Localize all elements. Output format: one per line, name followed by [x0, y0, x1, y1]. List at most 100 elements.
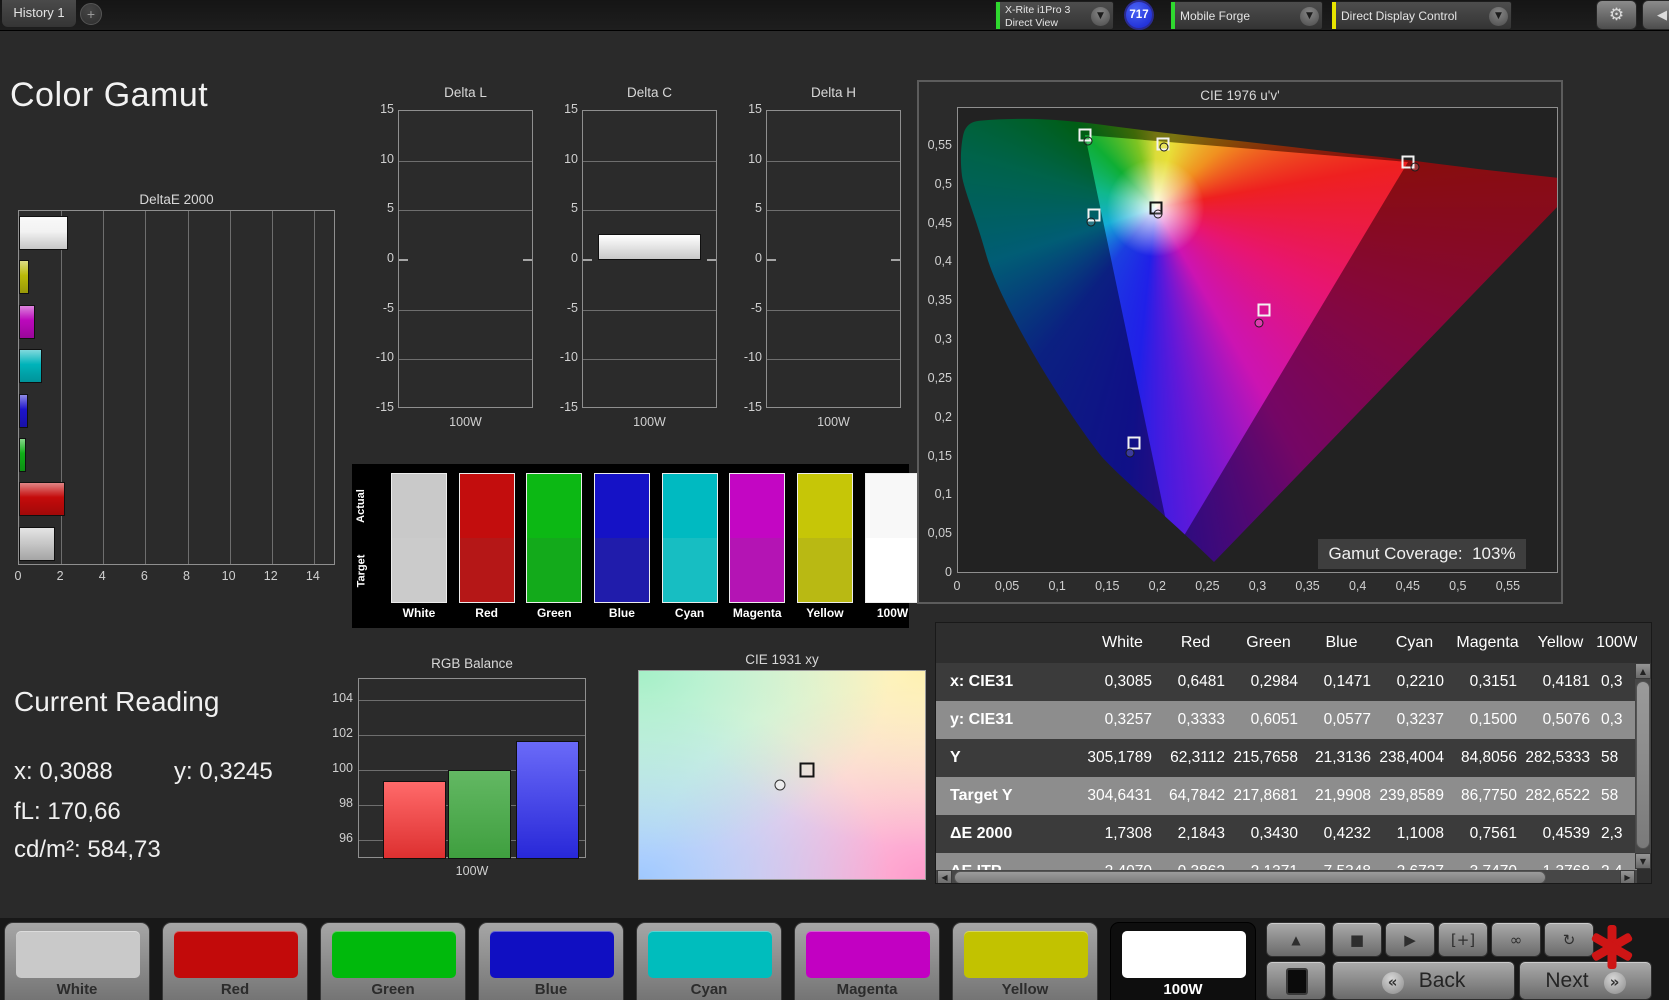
- delta-y-tick: -15: [559, 400, 578, 414]
- patch-label: Cyan: [690, 981, 728, 998]
- delta-y-tick: 15: [564, 102, 578, 116]
- cell: 58: [1601, 787, 1619, 804]
- cell: 0,3: [1601, 711, 1623, 728]
- actual-row-label: Actual: [355, 488, 367, 523]
- measurement-table: White Red Green Blue Cyan Magenta Yellow 100W x:…: [935, 622, 1652, 884]
- delta-y-tick: -15: [375, 400, 394, 414]
- transport-stop-button[interactable]: ■: [1332, 922, 1382, 957]
- cie1976-y-tick: 0,5: [934, 176, 952, 191]
- delta-y-tick: 15: [380, 102, 394, 116]
- patch-button-blue[interactable]: Blue: [478, 922, 624, 1000]
- patch-button-100w[interactable]: 100W: [1110, 922, 1256, 1000]
- column-header-green: Green: [1246, 634, 1291, 651]
- deltae2000-chart: DeltaE 2000 0 2 4 6 8 10 12 14: [15, 192, 335, 592]
- delta-gridline: [583, 160, 716, 162]
- patch-button-white[interactable]: White: [4, 922, 150, 1000]
- back-button[interactable]: « Back: [1332, 961, 1515, 1000]
- deltae-bar-yellow: [19, 260, 29, 295]
- up-arrow-icon: ▲: [1291, 933, 1301, 947]
- delta-y-tick: -10: [559, 350, 578, 365]
- chevron-down-icon[interactable]: ▼: [1300, 7, 1319, 26]
- swatch-label: Green: [536, 606, 572, 620]
- swatch-actual: [392, 474, 446, 538]
- scroll-up-icon[interactable]: ▲: [1635, 663, 1651, 679]
- deltae-bar-blue: [19, 393, 28, 428]
- chevron-down-icon[interactable]: ▼: [1091, 7, 1110, 26]
- patch-swatch: [964, 931, 1088, 978]
- patch-swatch: [16, 931, 140, 978]
- transport-continuous-button[interactable]: ∞: [1491, 922, 1541, 957]
- cell: 0,4539: [1542, 825, 1590, 842]
- swatch-label: 100W: [876, 606, 909, 620]
- deltae2000-gridline: [229, 211, 231, 564]
- transport-play-button[interactable]: ▶: [1385, 922, 1435, 957]
- table-row: y: CIE31 0,3257 0,3333 0,6051 0,0577 0,3237 0,…: [936, 701, 1637, 739]
- scroll-left-icon[interactable]: ◀: [937, 870, 952, 883]
- rgb-balance-title: RGB Balance: [431, 656, 513, 671]
- cie1976-y-tick: 0,3: [934, 332, 952, 346]
- reading-x: x: 0,3088: [14, 758, 113, 785]
- pattern-up-button[interactable]: ▲: [1266, 922, 1326, 957]
- patch-button-red[interactable]: Red: [162, 922, 308, 1000]
- cie1976-panel: CIE 1976 u'v' 0,55 0,5 0,45 0,4 0,35 0,3 0,25 0…: [917, 80, 1563, 604]
- cell: 1,1008: [1396, 825, 1444, 842]
- cie1976-x-tick: 0,2: [1148, 579, 1167, 593]
- v-scroll-thumb[interactable]: [1636, 681, 1650, 849]
- delta-y-tick: 15: [748, 102, 762, 116]
- column-header-magenta: Magenta: [1456, 634, 1519, 651]
- swatch-magenta: [729, 473, 786, 603]
- cell: 0,3430: [1250, 825, 1298, 842]
- settings-button[interactable]: ⚙: [1596, 0, 1637, 30]
- scroll-down-icon[interactable]: ▼: [1635, 853, 1651, 869]
- transport-refresh-button[interactable]: ↻: [1544, 922, 1594, 957]
- swatch-label: Yellow: [806, 606, 844, 620]
- table-row: Target Y 304,6431 64,7842 217,8681 21,9908 23…: [936, 777, 1637, 815]
- cie1976-y-tick: 0,15: [927, 448, 952, 463]
- cell: 2,1843: [1177, 825, 1225, 842]
- chevron-down-icon[interactable]: ▼: [1489, 7, 1508, 26]
- row-label: Y: [950, 749, 961, 766]
- deltae2000-gridline: [145, 211, 147, 564]
- add-tab-button[interactable]: +: [80, 3, 102, 25]
- cie1931-target-marker: [799, 762, 815, 778]
- swatch-target: [392, 538, 446, 602]
- patch-button-green[interactable]: Green: [320, 922, 466, 1000]
- delta-chart-plot-area: [766, 110, 901, 408]
- cie1976-y-tick: 0,45: [927, 215, 952, 230]
- next-arrow-icon: »: [1603, 971, 1626, 994]
- swatch-cyan: [661, 473, 718, 603]
- swatch-label: Blue: [608, 606, 635, 620]
- tab-history-1[interactable]: History 1: [2, 0, 76, 27]
- swatch-target: [459, 538, 514, 602]
- patch-button-cyan[interactable]: Cyan: [636, 922, 782, 1000]
- delta-chart-x-label: 100W: [817, 415, 850, 429]
- swatch-label: Red: [475, 606, 498, 620]
- delta-y-tick: 0: [571, 251, 578, 265]
- transport-single-measure-button[interactable]: [+]: [1438, 922, 1488, 957]
- zero-tick: [707, 259, 716, 261]
- table-corner-cell: [936, 623, 1086, 663]
- source-dropdown[interactable]: Mobile Forge ▼: [1170, 1, 1323, 30]
- scroll-right-icon[interactable]: ▶: [1620, 870, 1635, 883]
- swatch-white: [391, 473, 447, 603]
- cell: 0,4181: [1542, 673, 1590, 690]
- patch-label: Yellow: [1001, 981, 1049, 998]
- stop-measure-asterisk-icon[interactable]: [1589, 924, 1635, 970]
- collapse-panel-button[interactable]: ◀: [1642, 0, 1669, 30]
- cie1931-panel: CIE 1931 xy: [638, 652, 926, 884]
- display-control-name: Direct Display Control: [1341, 9, 1458, 23]
- patch-swatch: [806, 931, 930, 978]
- pattern-window-button[interactable]: [1266, 961, 1326, 1000]
- measured-marker-white: [1153, 209, 1163, 219]
- patch-button-magenta[interactable]: Magenta: [794, 922, 940, 1000]
- swatch-target: [865, 538, 920, 602]
- cie1976-y-tick: 0: [945, 565, 952, 579]
- back-arrow-icon: «: [1381, 971, 1404, 994]
- patch-button-yellow[interactable]: Yellow: [952, 922, 1098, 1000]
- measured-marker-magenta: [1254, 318, 1264, 328]
- display-control-dropdown[interactable]: Direct Display Control ▼: [1331, 1, 1512, 30]
- deltae2000-gridline: [271, 211, 273, 564]
- cie1976-plot-area: Gamut Coverage: 103%: [957, 107, 1558, 573]
- h-scroll-thumb[interactable]: [954, 871, 1546, 883]
- meter-dropdown[interactable]: X-Rite i1Pro 3 Direct View ▼: [995, 1, 1114, 30]
